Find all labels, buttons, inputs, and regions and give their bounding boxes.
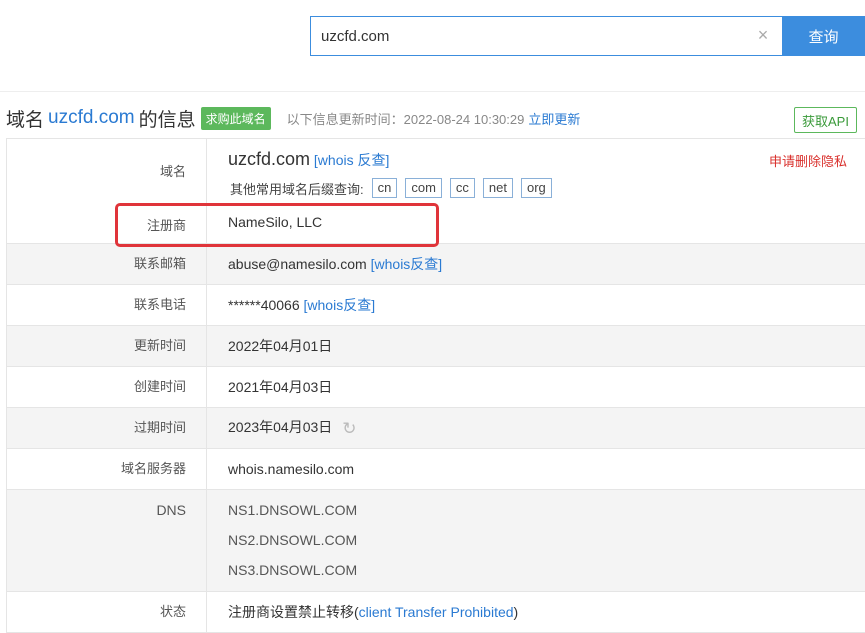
get-api-button[interactable]: 获取API <box>794 107 857 133</box>
divider <box>0 91 865 92</box>
table-row-phone: 联系电话 ******40066 [whois反查] <box>6 285 865 326</box>
table-row-expires: 过期时间 2023年04月03日 ↻ <box>6 408 865 449</box>
updated-value: 2022年04月01日 <box>228 338 333 354</box>
update-now-link[interactable]: 立即更新 <box>528 109 580 128</box>
row-label: 域名服务器 <box>7 449 207 489</box>
refresh-icon[interactable]: ↻ <box>342 419 356 439</box>
registrar-value: NameSilo, LLC <box>228 214 323 230</box>
phone-value: ******40066 <box>228 297 300 313</box>
row-value: 2023年04月03日 ↻ <box>207 417 865 438</box>
page-header: 域名 uzcfd.com 的信息 求购此域名 以下信息更新时间：2022-08-… <box>6 104 580 132</box>
search-bar: × 查询 <box>310 16 865 56</box>
row-label: 更新时间 <box>7 326 207 366</box>
header-prefix: 域名 <box>6 109 45 131</box>
row-value: 注册商设置禁止转移(client Transfer Prohibited) <box>207 602 865 622</box>
registrar-label: 注册商 <box>146 218 186 233</box>
whois-info-table: 域名 uzcfd.com [whois 反查] 其他常用域名后缀查询: cn c… <box>6 138 865 633</box>
row-value: abuse@namesilo.com [whois反查] <box>207 254 865 274</box>
table-row-email: 联系邮箱 abuse@namesilo.com [whois反查] <box>6 244 865 285</box>
tld-label: 其他常用域名后缀查询: <box>230 181 364 197</box>
whois-reverse-link[interactable]: [whois 反查] <box>314 152 389 168</box>
expires-value: 2023年04月03日 <box>228 419 333 436</box>
phone-reverse-link[interactable]: [whois反查] <box>304 297 376 313</box>
row-label: 联系电话 <box>7 285 207 325</box>
created-value: 2021年04月03日 <box>228 379 333 395</box>
email-value: abuse@namesilo.com <box>228 256 367 272</box>
tld-link[interactable]: com <box>405 178 442 198</box>
tld-link[interactable]: org <box>521 178 552 198</box>
dns-server: NS1.DNSOWL.COM <box>228 502 358 518</box>
dns-server: NS3.DNSOWL.COM <box>228 562 358 578</box>
header-suffix: 的信息 <box>138 109 196 131</box>
table-row-status: 状态 注册商设置禁止转移(client Transfer Prohibited) <box>6 592 865 633</box>
row-value: uzcfd.com [whois 反查] 其他常用域名后缀查询: cn com … <box>207 139 865 243</box>
whois-server-value: whois.namesilo.com <box>228 461 355 477</box>
table-row-updated: 更新时间 2022年04月01日 <box>6 326 865 367</box>
table-row-dns: DNS NS1.DNSOWL.COM NS2.DNSOWL.COM NS3.DN… <box>6 490 865 592</box>
row-label: 联系邮箱 <box>7 244 207 284</box>
table-row-created: 创建时间 2021年04月03日 <box>6 367 865 408</box>
search-button[interactable]: 查询 <box>782 16 865 56</box>
update-time-text: 以下信息更新时间：2022-08-24 10:30:29 <box>286 111 525 127</box>
row-label: 创建时间 <box>7 367 207 407</box>
status-link[interactable]: client Transfer Prohibited <box>359 604 514 620</box>
buy-domain-button[interactable]: 求购此域名 <box>200 106 271 130</box>
tld-list: 其他常用域名后缀查询: cn com cc net org <box>228 178 865 198</box>
header-domain-link[interactable]: uzcfd.com <box>48 107 135 129</box>
close-icon[interactable]: × <box>754 26 772 44</box>
dns-server: NS2.DNSOWL.COM <box>228 532 358 548</box>
row-value: ******40066 [whois反查] <box>207 295 865 315</box>
status-prefix: 注册商设置禁止转移( <box>228 604 359 620</box>
row-label: 过期时间 <box>7 408 207 448</box>
tld-link[interactable]: net <box>482 178 513 198</box>
tld-link[interactable]: cc <box>449 178 475 198</box>
email-reverse-link[interactable]: [whois反查] <box>371 256 443 272</box>
row-label: 状态 <box>7 592 207 632</box>
delete-privacy-link[interactable]: 申请删除隐私 <box>769 151 847 170</box>
domain-name: uzcfd.com <box>228 149 311 169</box>
search-input[interactable] <box>310 16 782 56</box>
row-label: DNS <box>7 490 207 591</box>
dns-list: NS1.DNSOWL.COM NS2.DNSOWL.COM NS3.DNSOWL… <box>207 483 865 591</box>
status-suffix: ) <box>513 604 519 620</box>
tld-link[interactable]: cn <box>371 178 398 198</box>
